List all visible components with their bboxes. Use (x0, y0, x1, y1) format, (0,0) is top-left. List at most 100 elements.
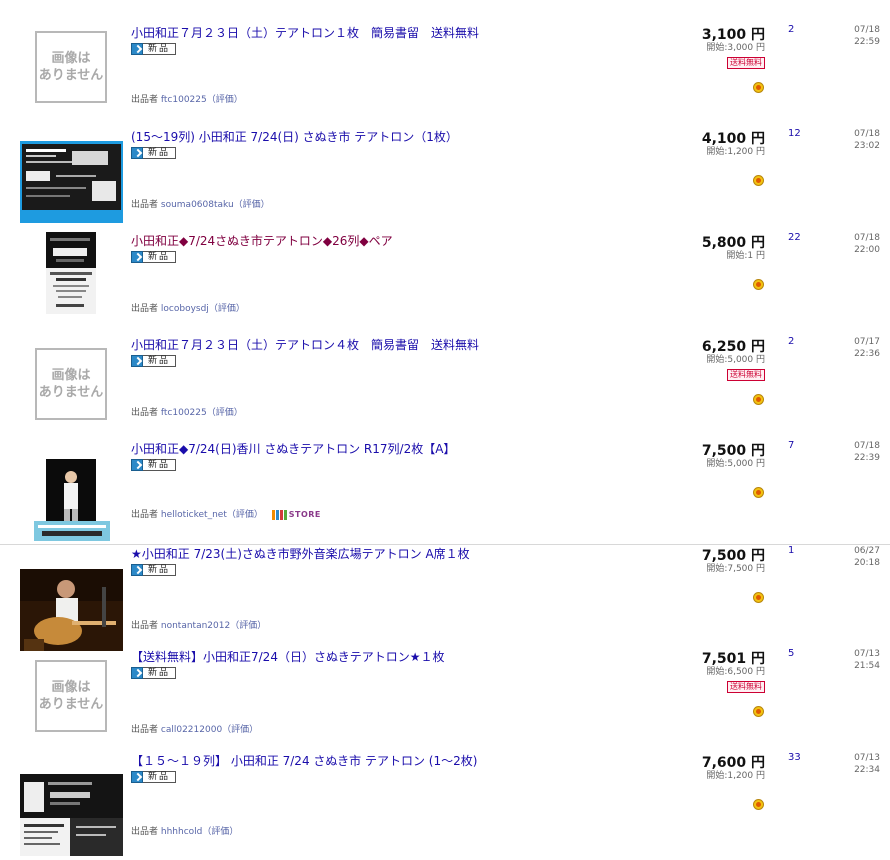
new-label: 新品 (143, 564, 177, 576)
seller-prefix: 出品者 (131, 621, 159, 631)
item-title-link[interactable]: 小田和正◆7/24(日)香川 さぬきテアトロン R17列/2枚【A】 (131, 440, 455, 457)
seller-info: 出品者 ftc100225（評価） (131, 92, 243, 105)
start-price: 開始:5,000 円 (706, 459, 765, 469)
payment-coin-icon (753, 78, 764, 93)
seller-rating-link[interactable]: （評価） (234, 200, 270, 210)
end-datetime: 07/18 22:39 (854, 440, 880, 464)
seller-prefix: 出品者 (131, 408, 159, 418)
bid-count-link[interactable]: 5 (788, 648, 794, 659)
check-icon (131, 355, 143, 367)
new-label: 新品 (143, 459, 177, 471)
item-thumbnail[interactable] (20, 232, 123, 314)
store-badge[interactable]: STORE (271, 509, 321, 520)
list-item: ★小田和正 7/23(土)さぬき市野外音楽広場テアトロン A席１枚 新品 出品者… (0, 544, 890, 651)
item-thumbnail[interactable] (20, 459, 123, 541)
new-label: 新品 (143, 771, 177, 783)
item-title-link[interactable]: 【送料無料】小田和正7/24（日）さぬきテアトロン★１枚 (131, 648, 444, 665)
bid-count-link[interactable]: 33 (788, 752, 801, 763)
item-thumbnail[interactable] (20, 141, 123, 223)
seller-name-link[interactable]: call02212000 (161, 725, 222, 735)
check-icon (131, 667, 143, 679)
item-title-link[interactable]: 小田和正７月２３日（土）テアトロン４枚 簡易書留 送料無料 (131, 336, 479, 353)
seller-name-link[interactable]: ftc100225 (161, 95, 207, 105)
check-icon (131, 251, 143, 263)
seller-info: 出品者 ftc100225（評価） (131, 405, 243, 418)
no-image-placeholder[interactable]: 画像は ありません (35, 660, 107, 732)
seller-rating-link[interactable]: （評価） (202, 827, 238, 837)
seller-prefix: 出品者 (131, 725, 159, 735)
bid-count-link[interactable]: 22 (788, 232, 801, 243)
item-title-link[interactable]: 小田和正７月２３日（土）テアトロン１枚 簡易書留 送料無料 (131, 24, 479, 41)
item-title-link[interactable]: 小田和正◆7/24さぬき市テアトロン◆26列◆ペア (131, 232, 393, 249)
item-thumbnail[interactable] (20, 774, 123, 856)
seller-rating-link[interactable]: （評価） (222, 725, 258, 735)
new-item-badge: 新品 (131, 147, 177, 159)
seller-rating-link[interactable]: （評価） (227, 510, 263, 520)
new-item-badge: 新品 (131, 355, 177, 367)
check-icon (131, 771, 143, 783)
end-date: 07/18 (854, 233, 880, 243)
seller-prefix: 出品者 (131, 510, 159, 520)
new-item-badge: 新品 (131, 771, 177, 783)
new-label: 新品 (143, 355, 177, 367)
payment-coin-icon (753, 275, 764, 290)
payment-coin-icon (753, 171, 764, 186)
seller-prefix: 出品者 (131, 304, 159, 314)
item-thumbnail[interactable] (20, 569, 123, 651)
seller-rating-link[interactable]: （評価） (207, 95, 243, 105)
list-item: 小田和正◆7/24(日)香川 さぬきテアトロン R17列/2枚【A】 新品 出品… (0, 440, 890, 544)
no-image-text-line2: ありません (38, 385, 104, 400)
seller-rating-link[interactable]: （評価） (209, 304, 245, 314)
end-datetime: 07/18 23:02 (854, 128, 880, 152)
seller-info: 出品者 helloticket_net（評価） STORE (131, 507, 321, 520)
bid-count-link[interactable]: 12 (788, 128, 801, 139)
no-image-placeholder[interactable]: 画像は ありません (35, 348, 107, 420)
start-price: 開始:7,500 円 (706, 564, 765, 574)
list-item: (15～19列) 小田和正 7/24(日) さぬき市 テアトロン（1枚） 新品 … (0, 128, 890, 232)
check-icon (131, 564, 143, 576)
bid-count-link[interactable]: 7 (788, 440, 794, 451)
end-time: 22:36 (854, 349, 880, 359)
end-date: 07/18 (854, 25, 880, 35)
seller-prefix: 出品者 (131, 827, 159, 837)
new-item-badge: 新品 (131, 251, 177, 263)
seller-rating-link[interactable]: （評価） (207, 408, 243, 418)
item-title-link[interactable]: (15～19列) 小田和正 7/24(日) さぬき市 テアトロン（1枚） (131, 128, 458, 145)
free-shipping-badge: 送料無料 (727, 57, 765, 69)
seller-name-link[interactable]: souma0608taku (161, 200, 234, 210)
seller-info: 出品者 locoboysdj（評価） (131, 301, 245, 314)
seller-name-link[interactable]: hhhhcold (161, 827, 202, 837)
seller-info: 出品者 hhhhcold（評価） (131, 824, 238, 837)
new-label: 新品 (143, 43, 177, 55)
item-title-link[interactable]: ★小田和正 7/23(土)さぬき市野外音楽広場テアトロン A席１枚 (131, 545, 470, 562)
end-date: 07/18 (854, 129, 880, 139)
check-icon (131, 147, 143, 159)
end-datetime: 07/17 22:36 (854, 336, 880, 360)
seller-info: 出品者 call02212000（評価） (131, 722, 258, 735)
end-datetime: 06/27 20:18 (854, 545, 880, 569)
start-price: 開始:5,000 円 (706, 355, 765, 365)
no-image-text-line1: 画像は (51, 368, 91, 383)
seller-rating-link[interactable]: （評価） (230, 621, 266, 631)
bid-count-link[interactable]: 1 (788, 545, 794, 556)
bid-count-link[interactable]: 2 (788, 336, 794, 347)
auction-list: 画像は ありません 小田和正７月２３日（土）テアトロン１枚 簡易書留 送料無料 新… (0, 0, 890, 856)
new-item-badge: 新品 (131, 564, 177, 576)
seller-name-link[interactable]: locoboysdj (161, 304, 209, 314)
list-item: 画像は ありません 小田和正７月２３日（土）テアトロン１枚 簡易書留 送料無料 新… (0, 24, 890, 128)
seller-name-link[interactable]: helloticket_net (161, 510, 227, 520)
no-image-placeholder[interactable]: 画像は ありません (35, 31, 107, 103)
payment-coin-icon (753, 702, 764, 717)
item-title-link[interactable]: 【１５～１９列】 小田和正 7/24 さぬき市 テアトロン (1～2枚) (131, 752, 477, 769)
bid-count-link[interactable]: 2 (788, 24, 794, 35)
seller-info: 出品者 souma0608taku（評価） (131, 197, 270, 210)
end-time: 22:34 (854, 765, 880, 775)
store-label: STORE (288, 510, 321, 519)
seller-name-link[interactable]: nontantan2012 (161, 621, 230, 631)
end-date: 07/18 (854, 441, 880, 451)
seller-name-link[interactable]: ftc100225 (161, 408, 207, 418)
new-label: 新品 (143, 667, 177, 679)
new-item-badge: 新品 (131, 667, 177, 679)
check-icon (131, 459, 143, 471)
free-shipping-badge: 送料無料 (727, 681, 765, 693)
